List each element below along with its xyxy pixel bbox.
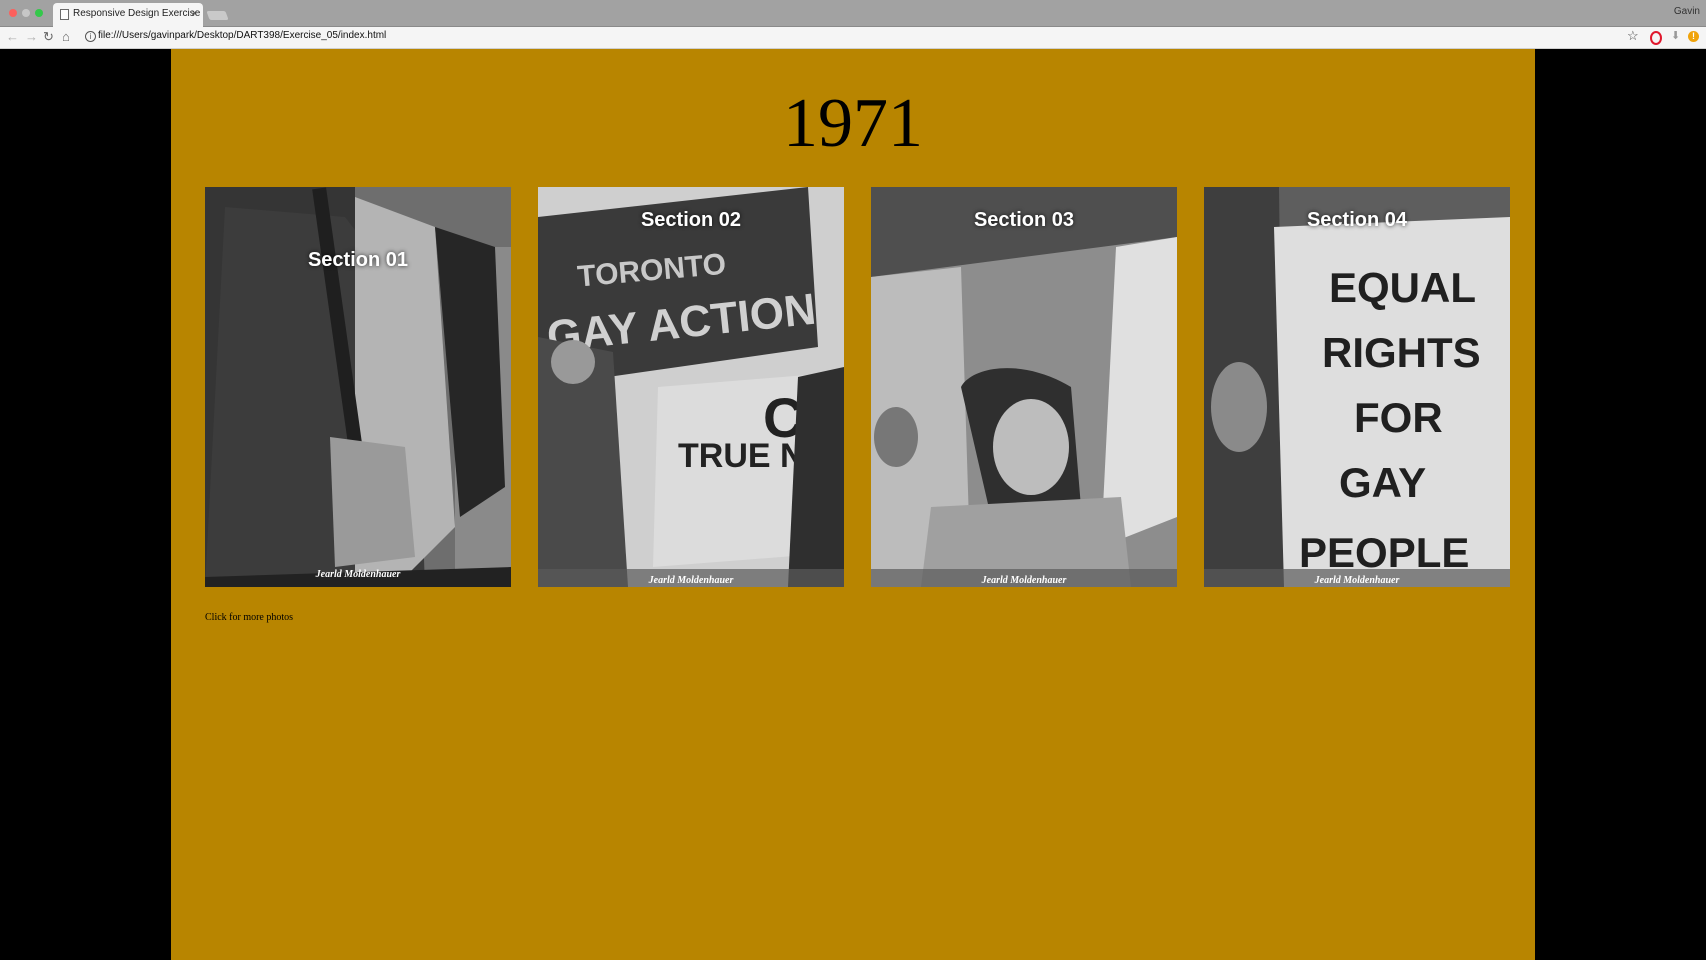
browser-toolbar: ← → ↻ ⌂ i file:///Users/gavinpark/Deskto…: [0, 27, 1706, 49]
opera-extension-icon[interactable]: [1650, 31, 1662, 45]
svg-text:GAY: GAY: [1339, 459, 1426, 506]
section-card-03[interactable]: Section 03 Jearld Moldenhauer: [871, 187, 1177, 587]
browser-tab-strip: Responsive Design Exercise × Gavin: [0, 0, 1706, 27]
section-03-photo: [871, 187, 1177, 587]
section-card-01[interactable]: Section 01 Jearld Moldenhauer: [205, 187, 511, 587]
reload-icon[interactable]: ↻: [43, 28, 54, 46]
page-icon: [60, 9, 69, 20]
more-photos-link[interactable]: Click for more photos: [205, 612, 293, 623]
new-tab-button[interactable]: [206, 11, 229, 20]
window-minimize-button[interactable]: [22, 9, 30, 17]
forward-arrow-icon[interactable]: →: [25, 28, 38, 46]
profile-name[interactable]: Gavin: [1674, 6, 1700, 17]
info-icon[interactable]: i: [85, 31, 96, 42]
tab-title: Responsive Design Exercise: [73, 8, 201, 19]
alert-extension-icon[interactable]: !: [1688, 31, 1699, 42]
card-title: Section 01: [307, 249, 409, 271]
photo-credit: Jearld Moldenhauer: [648, 575, 734, 586]
photo-credit: Jearld Moldenhauer: [1314, 575, 1400, 586]
section-02-photo: TORONTO GAY ACTION CA TRUE NO: [538, 187, 844, 587]
card-title: Section 02: [640, 209, 742, 231]
svg-text:RIGHTS: RIGHTS: [1322, 329, 1481, 376]
tab-close-icon[interactable]: ×: [191, 6, 198, 20]
address-bar[interactable]: file:///Users/gavinpark/Desktop/DART398/…: [98, 30, 386, 41]
window-maximize-button[interactable]: [35, 9, 43, 17]
photo-credit: Jearld Moldenhauer: [981, 575, 1067, 586]
section-01-photo: [205, 187, 511, 587]
section-card-02[interactable]: TORONTO GAY ACTION CA TRUE NO Section 02…: [538, 187, 844, 587]
svg-text:EQUAL: EQUAL: [1329, 264, 1476, 311]
card-title: Section 04: [1306, 209, 1408, 231]
section-04-photo: EQUAL RIGHTS FOR GAY PEOPLE: [1204, 187, 1510, 587]
back-arrow-icon[interactable]: ←: [6, 28, 19, 46]
window-close-button[interactable]: [9, 9, 17, 17]
extension-icon[interactable]: ⬇: [1671, 29, 1680, 42]
bookmark-star-icon[interactable]: ☆: [1627, 27, 1639, 45]
page-content: 1971 Section 01 Jearld Moldenhauer TORON…: [171, 49, 1535, 960]
photo-credit: Jearld Moldenhauer: [315, 569, 401, 580]
home-icon[interactable]: ⌂: [62, 28, 70, 46]
page-heading: 1971: [783, 85, 923, 162]
card-title: Section 03: [973, 209, 1075, 231]
section-card-04[interactable]: EQUAL RIGHTS FOR GAY PEOPLE Section 04 J…: [1204, 187, 1510, 587]
browser-tab[interactable]: Responsive Design Exercise ×: [53, 3, 203, 27]
svg-text:FOR: FOR: [1354, 394, 1443, 441]
